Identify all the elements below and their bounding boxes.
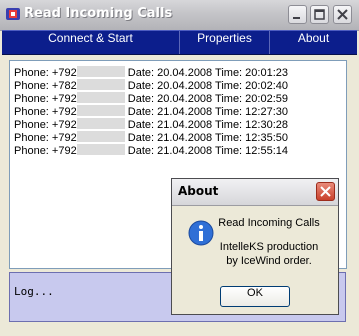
- redacted-number: [76, 79, 125, 90]
- phone-prefix: Phone: +782: [14, 80, 77, 92]
- phone-prefix: Phone: +792: [14, 119, 77, 131]
- redacted-number: [76, 66, 125, 77]
- minimize-button[interactable]: [288, 5, 307, 24]
- menu-about[interactable]: About: [270, 31, 357, 54]
- window-title: Read Incoming Calls: [24, 6, 173, 21]
- dialog-order-line: by IceWind order.: [226, 255, 312, 267]
- list-item: Phone: +782 Date: 20.04.2008 Time: 20:02…: [14, 79, 288, 92]
- list-item: Phone: +792 Date: 20.04.2008 Time: 20:01…: [14, 66, 288, 79]
- main-window: Read Incoming Calls Connect & Start Prop…: [0, 0, 359, 336]
- menu-connect-start[interactable]: Connect & Start: [2, 31, 180, 54]
- call-datetime: Date: 21.04.2008 Time: 12:27:30: [127, 106, 288, 118]
- log-text: Log...: [14, 285, 54, 298]
- app-icon: [5, 6, 21, 22]
- redacted-number: [76, 118, 125, 129]
- phone-prefix: Phone: +792: [14, 132, 77, 144]
- phone-prefix: Phone: +792: [14, 145, 77, 157]
- menu-properties[interactable]: Properties: [180, 31, 270, 54]
- list-item: Phone: +792 Date: 21.04.2008 Time: 12:55…: [14, 144, 288, 157]
- ok-button[interactable]: OK: [220, 286, 290, 307]
- redacted-number: [76, 105, 125, 116]
- dialog-app-name: Read Incoming Calls: [218, 217, 320, 229]
- phone-prefix: Phone: +792: [14, 67, 77, 79]
- about-dialog: About Read Incoming Calls IntelleKS prod…: [171, 178, 339, 315]
- list-item: Phone: +792 Date: 21.04.2008 Time: 12:27…: [14, 105, 288, 118]
- call-datetime: Date: 21.04.2008 Time: 12:55:14: [127, 145, 288, 157]
- call-datetime: Date: 21.04.2008 Time: 12:35:50: [127, 132, 288, 144]
- close-button[interactable]: [333, 5, 352, 24]
- redacted-number: [76, 131, 125, 142]
- maximize-icon: [314, 9, 325, 20]
- redacted-number: [76, 92, 125, 103]
- close-icon: [320, 186, 331, 197]
- list-item: Phone: +792 Date: 20.04.2008 Time: 20:02…: [14, 92, 288, 105]
- close-icon: [337, 9, 348, 20]
- redacted-number: [76, 144, 125, 155]
- call-datetime: Date: 20.04.2008 Time: 20:02:59: [127, 93, 288, 105]
- dialog-credit-line: IntelleKS production: [219, 241, 319, 253]
- call-datetime: Date: 20.04.2008 Time: 20:02:40: [127, 80, 288, 92]
- maximize-button[interactable]: [310, 5, 329, 24]
- phone-prefix: Phone: +792: [14, 93, 77, 105]
- call-datetime: Date: 20.04.2008 Time: 20:01:23: [127, 67, 288, 79]
- list-item: Phone: +792 Date: 21.04.2008 Time: 12:30…: [14, 118, 288, 131]
- dialog-close-button[interactable]: [316, 182, 335, 201]
- call-datetime: Date: 21.04.2008 Time: 12:30:28: [127, 119, 288, 131]
- list-item: Phone: +792 Date: 21.04.2008 Time: 12:35…: [14, 131, 288, 144]
- dialog-title-bar[interactable]: About: [172, 179, 338, 206]
- dialog-title: About: [178, 184, 219, 198]
- menu-bar: Connect & Start Properties About: [2, 30, 357, 55]
- phone-prefix: Phone: +792: [14, 106, 77, 118]
- title-bar[interactable]: Read Incoming Calls: [0, 0, 359, 31]
- minimize-icon: [293, 17, 300, 19]
